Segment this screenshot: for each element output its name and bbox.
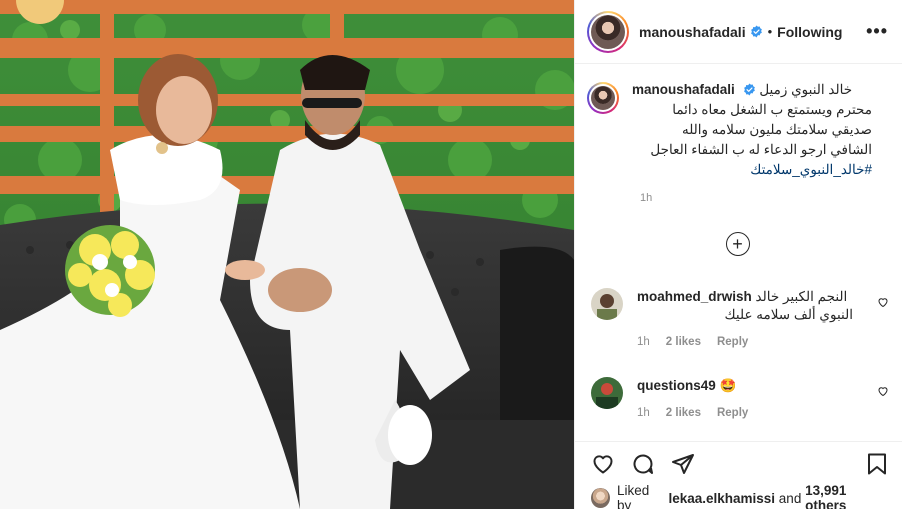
caption-line: صديقي سلامتك مليون سلامه والله [681, 122, 872, 137]
like-button[interactable] [591, 452, 615, 476]
liker-username[interactable]: lekaa.elkhamissi [668, 491, 775, 506]
liker-avatar[interactable] [591, 488, 610, 508]
verified-badge-icon [743, 83, 755, 96]
caption-line: الشافي ارجو الدعاء له ب الشفاء العاجل [650, 142, 872, 157]
caption-timestamp[interactable]: 1h [640, 192, 888, 204]
caption-section: manoushafadali خالد النبوي زميل محترم وي… [575, 64, 902, 256]
heart-icon [593, 455, 613, 474]
comment-item: moahmed_drwish النجم الكبير خالد النبوي … [591, 288, 889, 348]
save-icon [868, 453, 886, 475]
plus-circle-icon: + [732, 234, 743, 254]
post-side-panel: manoushafadali • Following ••• manoushaf… [574, 0, 902, 509]
more-options-icon[interactable]: ••• [866, 21, 888, 42]
comment-icon [633, 454, 653, 474]
comment-meta: 1h 2 likes Reply [637, 407, 853, 419]
comment-reply-button[interactable]: Reply [717, 407, 748, 419]
caption: manoushafadali خالد النبوي زميل محترم وي… [587, 80, 888, 180]
following-button[interactable]: Following [777, 24, 842, 40]
load-more-comments-button[interactable]: + [725, 232, 750, 256]
commenter-avatar[interactable] [591, 288, 623, 320]
comment-likes[interactable]: 2 likes [666, 336, 701, 348]
post-photo[interactable] [0, 0, 574, 509]
comment-text: questions49 🤩 [637, 377, 853, 395]
caption-line: خالد النبوي زميل [759, 82, 853, 97]
liked-by: Liked by lekaa.elkhamissi and 13,991 oth… [575, 483, 902, 509]
separator-dot: • [767, 24, 773, 39]
caption-hashtag[interactable]: #خالد_النبوي_سلامتك [632, 160, 872, 180]
post-actions: Liked by lekaa.elkhamissi and 13,991 oth… [575, 441, 902, 509]
author-avatar[interactable] [587, 10, 629, 53]
comment-time[interactable]: 1h [637, 407, 650, 419]
comment-text: moahmed_drwish النجم الكبير خالد النبوي … [637, 289, 853, 322]
post-header: manoushafadali • Following ••• [575, 0, 902, 64]
comment-time[interactable]: 1h [637, 336, 650, 348]
comment-meta: 1h 2 likes Reply [637, 336, 853, 348]
instagram-post: manoushafadali • Following ••• manoushaf… [0, 0, 902, 509]
commenter-avatar[interactable] [591, 377, 623, 409]
verified-badge-icon [750, 25, 762, 38]
comment-username[interactable]: moahmed_drwish [637, 289, 752, 304]
comment-username[interactable]: questions49 [637, 378, 716, 393]
share-button[interactable] [671, 452, 695, 476]
comment-item: questions49 🤩 1h 2 likes Reply [591, 377, 889, 419]
comment-button[interactable] [631, 452, 655, 476]
comment-emoji: 🤩 [719, 378, 737, 393]
wedding-photo-illustration [0, 0, 574, 509]
save-button[interactable] [865, 452, 889, 476]
author-username[interactable]: manoushafadali [639, 24, 746, 40]
caption-line: محترم ويستمتع ب الشغل معاه دائما [672, 102, 872, 117]
comment-heart-icon[interactable] [877, 385, 889, 397]
share-icon [672, 454, 694, 474]
caption-username[interactable]: manoushafadali [632, 82, 735, 97]
caption-author-avatar[interactable] [587, 82, 619, 114]
caption-text: manoushafadali خالد النبوي زميل محترم وي… [632, 80, 872, 180]
comment-likes[interactable]: 2 likes [666, 407, 701, 419]
likes-count[interactable]: 13,991 others [805, 483, 887, 509]
comment-reply-button[interactable]: Reply [717, 336, 748, 348]
comment-heart-icon[interactable] [877, 296, 889, 308]
action-bar [575, 442, 902, 486]
